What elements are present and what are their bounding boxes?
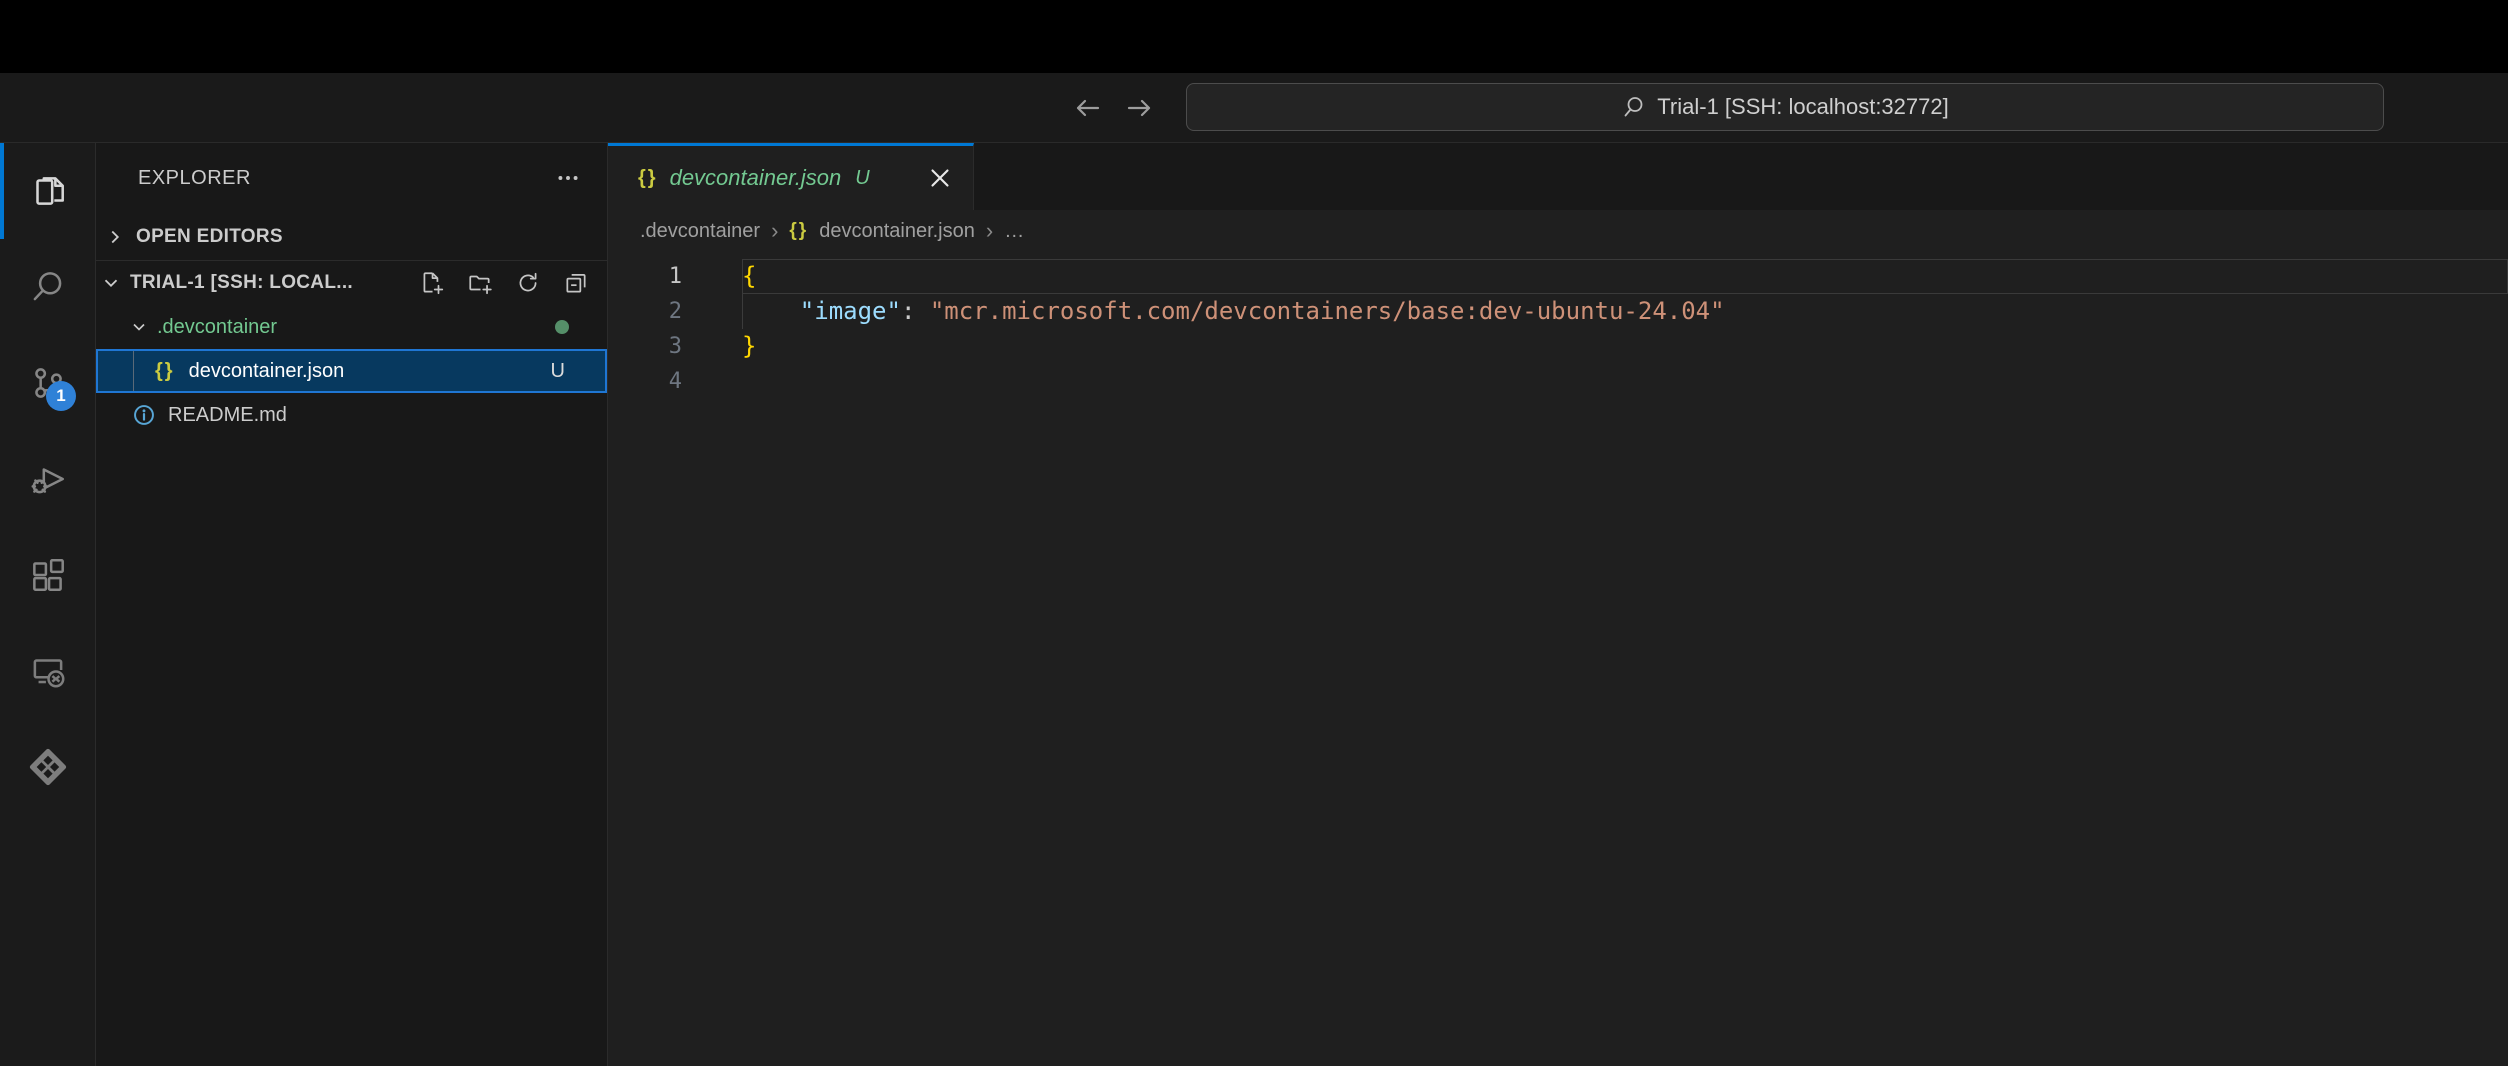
open-editors-section-header[interactable]: OPEN EDITORS [96,213,607,261]
line-number: 1 [608,259,682,294]
activity-source-control[interactable]: 1 [0,335,95,431]
code-token: "image" [800,297,901,325]
tab-devcontainer-json[interactable]: {} devcontainer.json U [608,143,974,210]
source-control-badge: 1 [46,381,76,411]
sidebar-more-actions-button[interactable] [555,143,581,213]
git-modified-dot [555,320,569,334]
breadcrumb: .devcontainer › {} devcontainer.json › … [608,210,2508,252]
open-editors-label: OPEN EDITORS [136,226,283,248]
file-name: README.md [168,404,287,427]
new-folder-button[interactable] [467,270,493,296]
info-file-icon [132,403,156,427]
code-token: "mcr.microsoft.com/devcontainers/base:de… [930,297,1725,325]
title-bar: Trial-1 [SSH: localhost:32772] [0,73,2508,143]
breadcrumb-separator: › [771,218,778,244]
debug-icon [27,458,69,500]
code-token [915,297,929,325]
activity-explorer[interactable] [0,143,95,239]
breadcrumb-file[interactable]: devcontainer.json [819,220,975,243]
new-file-button[interactable] [419,270,445,296]
arrow-right-icon [1123,91,1157,125]
extensions-icon [27,554,69,596]
sidebar-title: EXPLORER [138,167,251,190]
command-center-search[interactable]: Trial-1 [SSH: localhost:32772] [1186,83,2384,131]
code-token: { [742,262,756,290]
tab-strip: {} devcontainer.json U [608,143,2508,210]
code-line-4: 4 [608,364,2508,399]
json-file-icon: {} [638,167,658,190]
tab-label: devcontainer.json [670,165,842,191]
line-number: 3 [608,329,682,364]
json-file-icon: {} [155,360,175,383]
line-number: 2 [608,294,682,329]
code-line-1: 1 { [608,259,2508,294]
collapse-all-button[interactable] [563,270,589,296]
back-arrow-button[interactable] [1065,89,1109,127]
tab-close-button[interactable] [927,165,953,191]
code-line-3: 3 } [608,329,2508,364]
arrow-left-icon [1070,91,1104,125]
workspace-actions [419,261,589,305]
chevron-right-icon [104,226,126,248]
code-line-2: 2 "image": "mcr.microsoft.com/devcontain… [608,294,2508,329]
tab-git-badge: U [855,167,869,190]
code-token [742,297,800,325]
breadcrumb-more[interactable]: … [1004,220,1024,243]
explorer-sidebar: EXPLORER OPEN EDITORS TRIAL-1 [SSH: LOCA… [96,143,608,1066]
tree-row-devcontainer-json-selected[interactable]: {} devcontainer.json U [96,349,607,393]
file-name: devcontainer.json [189,360,345,383]
activity-remote-explorer[interactable] [0,623,95,719]
code-token: } [742,332,756,360]
command-center-label: Trial-1 [SSH: localhost:32772] [1657,94,1948,120]
breadcrumb-separator: › [986,218,993,244]
tree-indent-guide [133,351,134,391]
git-untracked-badge: U [551,360,565,383]
editor-group: {} devcontainer.json U .devcontainer › {… [608,143,2508,1066]
remote-explorer-icon [27,650,69,692]
activity-run-debug[interactable] [0,431,95,527]
json-file-icon: {} [789,220,808,242]
ellipsis-icon [555,165,581,191]
breadcrumb-folder[interactable]: .devcontainer [640,220,760,243]
sidebar-header: EXPLORER [96,143,607,213]
activity-remote-tunnels[interactable] [0,719,95,815]
workspace-label: TRIAL-1 [SSH: LOCAL... [130,272,353,294]
tree-row-devcontainer-folder[interactable]: .devcontainer [96,305,607,349]
line-number: 4 [608,364,682,399]
activity-bar: 1 [0,143,96,1066]
folder-name: .devcontainer [157,316,277,339]
code-editor[interactable]: 1 { 2 "image": "mcr.microsoft.com/devcon… [608,252,2508,1066]
chevron-down-icon [100,272,122,294]
files-icon [27,170,69,212]
workspace-section-header[interactable]: TRIAL-1 [SSH: LOCAL... [96,261,607,305]
top-black-band [0,0,2508,73]
activity-search[interactable] [0,239,95,335]
tunnels-diamond-icon [26,745,70,789]
chevron-down-icon [129,317,149,337]
search-icon [27,266,69,308]
search-icon [1621,94,1647,120]
close-icon [930,168,950,188]
code-token: : [901,297,915,325]
refresh-button[interactable] [515,270,541,296]
forward-arrow-button[interactable] [1118,89,1162,127]
activity-extensions[interactable] [0,527,95,623]
tree-row-readme[interactable]: README.md [96,393,607,437]
